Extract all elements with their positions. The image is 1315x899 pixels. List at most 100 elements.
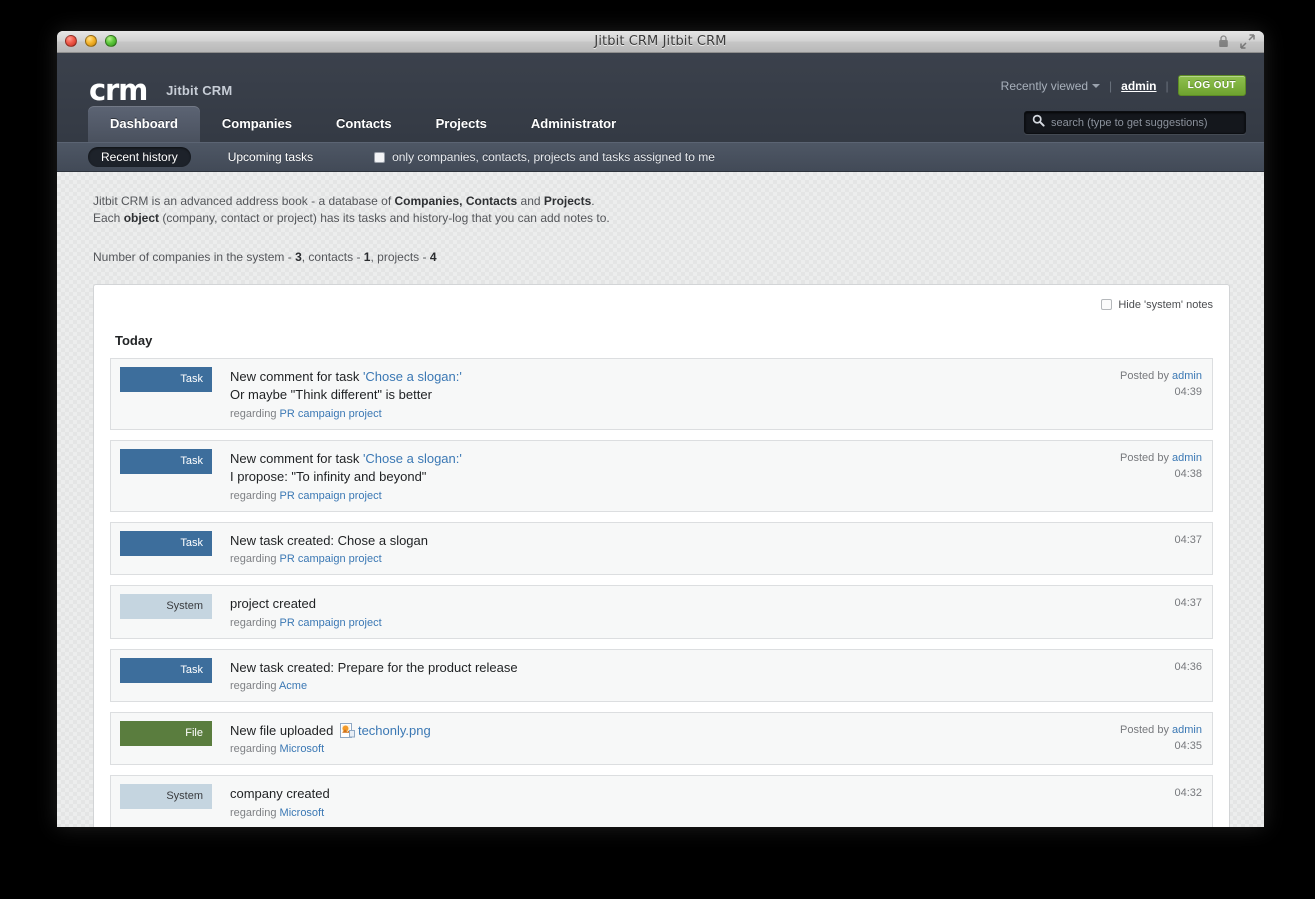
- entry-posted-by: Posted by admin: [1120, 723, 1202, 736]
- assigned-to-me-checkbox[interactable]: [374, 151, 386, 163]
- main-tabs: Dashboard Companies Contacts Projects Ad…: [88, 106, 638, 142]
- lock-icon: [1218, 35, 1229, 53]
- regarding-prefix: regarding: [230, 407, 280, 420]
- intro-line-2: Each object (company, contact or project…: [93, 210, 1264, 227]
- entry-regarding: regarding Microsoft: [230, 807, 1072, 819]
- entry-title-text: New task created: Prepare for the produc…: [230, 659, 518, 675]
- entry-type-badge: System: [120, 594, 212, 620]
- history-entry[interactable]: Task New task created: Prepare for the pr…: [110, 648, 1213, 702]
- history-entry[interactable]: System company created regarding Microsoft…: [110, 775, 1213, 827]
- entry-body: Or maybe "Think different" is better: [230, 387, 432, 403]
- entry-type-badge: Task: [120, 530, 212, 556]
- fullscreen-icon[interactable]: [1240, 34, 1255, 54]
- entry-author-link[interactable]: admin: [1172, 452, 1202, 464]
- tab-projects[interactable]: Projects: [414, 106, 509, 142]
- recently-viewed-label: Recently viewed: [1000, 78, 1089, 93]
- intro-1d: Projects: [543, 194, 592, 208]
- history-entry[interactable]: Task New comment for task 'Chose a slogan…: [110, 357, 1213, 430]
- entry-type-badge: System: [120, 784, 212, 810]
- regarding-link[interactable]: PR campaign project: [280, 408, 382, 420]
- entry-type-badge: Task: [120, 448, 212, 474]
- regarding-prefix: regarding: [230, 616, 280, 629]
- entry-title-text: project created: [230, 596, 316, 612]
- user-bar: Recently viewed | admin | LOG OUT: [1001, 75, 1246, 96]
- tab-companies[interactable]: Companies: [200, 106, 314, 142]
- window-controls: [65, 35, 117, 47]
- regarding-prefix: regarding: [230, 553, 280, 566]
- regarding-link[interactable]: Microsoft: [280, 807, 325, 819]
- history-entry[interactable]: System project created regarding PR campai…: [110, 585, 1213, 639]
- entry-time: 04:35: [1174, 740, 1202, 753]
- intro-1b: Companies, Contacts: [394, 194, 518, 208]
- hide-system-notes-checkbox[interactable]: [1101, 299, 1113, 311]
- entry-regarding: regarding PR campaign project: [230, 553, 1072, 565]
- entry-type-badge: Task: [120, 657, 212, 683]
- regarding-link[interactable]: PR campaign project: [280, 490, 382, 502]
- entry-time: 04:32: [1174, 787, 1202, 800]
- window-titlebar: Jitbit CRM Jitbit CRM: [57, 31, 1264, 53]
- separator-1: |: [1109, 78, 1113, 93]
- entry-title-text: New comment for task: [230, 450, 363, 466]
- regarding-link[interactable]: Acme: [279, 680, 307, 692]
- hide-system-notes-label: Hide 'system' notes: [1118, 298, 1213, 311]
- count-companies: 3: [295, 249, 302, 264]
- entry-title: New comment for task 'Chose a slogan:': [230, 368, 1072, 386]
- entry-title: New comment for task 'Chose a slogan:': [230, 450, 1072, 468]
- search-icon: [1032, 114, 1045, 132]
- entry-meta: 04:36: [1082, 650, 1212, 701]
- entry-author-link[interactable]: admin: [1172, 724, 1202, 736]
- regarding-link[interactable]: PR campaign project: [280, 553, 382, 565]
- os-window: Jitbit CRM Jitbit CRM crm Jitbit CRM Rec…: [57, 31, 1264, 827]
- close-button[interactable]: [65, 35, 77, 47]
- subtab-upcoming-tasks[interactable]: Upcoming tasks: [215, 147, 326, 167]
- tab-administrator[interactable]: Administrator: [509, 106, 638, 142]
- logout-button[interactable]: LOG OUT: [1177, 75, 1246, 96]
- entry-title: New task created: Prepare for the produc…: [230, 659, 1072, 677]
- counts-c: , projects -: [370, 249, 430, 264]
- entry-posted-by: Posted by admin: [1120, 451, 1202, 464]
- page-body: Jitbit CRM is an advanced address book -…: [57, 172, 1264, 827]
- intro-1a: Jitbit CRM is an advanced address book -…: [93, 194, 395, 208]
- titlebar-right-icons: [1218, 34, 1255, 54]
- entry-title-text: New file uploaded: [230, 722, 337, 738]
- tab-contacts[interactable]: Contacts: [314, 106, 414, 142]
- image-file-icon: [339, 722, 355, 738]
- app-header: crm Jitbit CRM Recently viewed | admin |…: [57, 53, 1264, 142]
- entry-meta: Posted by admin 04:39: [1082, 359, 1212, 429]
- entry-title-link[interactable]: 'Chose a slogan:': [363, 369, 462, 384]
- entry-content: New file uploaded techonly.png regarding …: [212, 713, 1082, 764]
- search-box[interactable]: [1024, 111, 1246, 134]
- crm-logo[interactable]: crm: [89, 75, 148, 105]
- counts-a: Number of companies in the system -: [93, 249, 296, 264]
- subtab-recent-history[interactable]: Recent history: [88, 147, 191, 167]
- assigned-to-me-label: only companies, contacts, projects and t…: [392, 150, 715, 164]
- regarding-link[interactable]: Microsoft: [280, 743, 325, 755]
- regarding-prefix: regarding: [230, 489, 280, 502]
- regarding-link[interactable]: PR campaign project: [280, 617, 382, 629]
- sub-navigation: Recent history Upcoming tasks only compa…: [57, 142, 1264, 172]
- tab-dashboard[interactable]: Dashboard: [88, 106, 200, 142]
- crm-application: crm Jitbit CRM Recently viewed | admin |…: [57, 53, 1264, 827]
- entry-title-link[interactable]: 'Chose a slogan:': [363, 451, 462, 466]
- current-user-link[interactable]: admin: [1121, 79, 1156, 93]
- entry-title: New task created: Chose a slogan: [230, 532, 1072, 550]
- hide-system-notes-filter[interactable]: Hide 'system' notes: [110, 299, 1213, 311]
- entry-title-link[interactable]: techonly.png: [358, 723, 431, 738]
- entry-content: New comment for task 'Chose a slogan:' Or…: [212, 359, 1082, 429]
- history-entry[interactable]: Task New task created: Chose a slogan rega…: [110, 521, 1213, 576]
- entry-title-text: New comment for task: [230, 368, 363, 384]
- counts-line: Number of companies in the system - 3, c…: [93, 250, 1264, 264]
- zoom-button[interactable]: [105, 35, 117, 47]
- search-input[interactable]: [1051, 116, 1238, 129]
- entry-time: 04:38: [1174, 468, 1202, 481]
- entry-meta: 04:32: [1082, 776, 1212, 827]
- day-group-label: Today: [115, 332, 153, 348]
- minimize-button[interactable]: [85, 35, 97, 47]
- assigned-to-me-filter[interactable]: only companies, contacts, projects and t…: [374, 150, 715, 164]
- history-entry[interactable]: File New file uploaded techonly.png regard…: [110, 711, 1213, 766]
- entry-posted-by: Posted by admin: [1120, 369, 1202, 382]
- entry-author-link[interactable]: admin: [1172, 370, 1202, 382]
- entry-meta: 04:37: [1082, 523, 1212, 574]
- recently-viewed-dropdown[interactable]: Recently viewed: [1000, 78, 1101, 93]
- history-entry[interactable]: Task New comment for task 'Chose a slogan…: [110, 439, 1213, 512]
